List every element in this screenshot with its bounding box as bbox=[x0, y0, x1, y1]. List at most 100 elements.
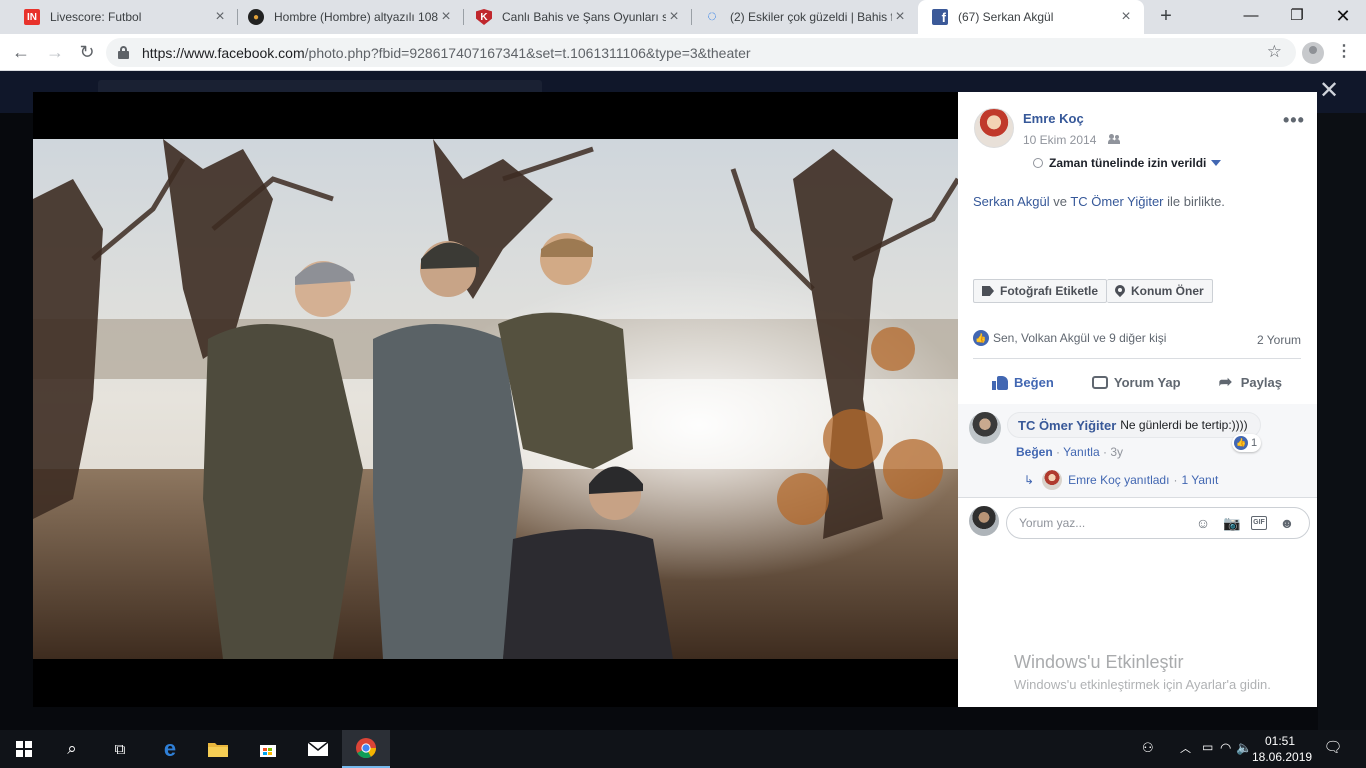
suggest-location-label: Konum Öner bbox=[1131, 284, 1204, 298]
author-avatar[interactable] bbox=[974, 108, 1014, 148]
tagged-person-link[interactable]: Serkan Akgül bbox=[973, 194, 1050, 209]
file-explorer-icon[interactable] bbox=[194, 730, 242, 768]
like-label: Beğen bbox=[1014, 374, 1054, 390]
tab-title: Livescore: Futbol bbox=[50, 10, 142, 24]
view-replies-link[interactable]: ↳ Emre Koç yanıtladı · 1 Yanıt bbox=[1024, 470, 1218, 490]
friends-icon bbox=[1108, 133, 1122, 145]
comment-meta: Beğen · Yanıtla · 3y bbox=[1016, 445, 1123, 459]
task-view-icon[interactable]: ⧉ bbox=[96, 730, 144, 768]
windows-start-icon[interactable] bbox=[0, 730, 48, 768]
lock-icon bbox=[118, 46, 129, 59]
comment-text: Ne günlerdi be tertip:)))) bbox=[1120, 418, 1248, 432]
tab-title: (2) Eskiler çok güzeldi | Bahis fo bbox=[730, 10, 892, 24]
profile-avatar-icon[interactable] bbox=[1302, 42, 1324, 64]
close-window-icon[interactable]: ✕ bbox=[1320, 0, 1366, 34]
reply-count: 1 Yanıt bbox=[1181, 473, 1219, 487]
meta-separator: · bbox=[1173, 473, 1178, 487]
gif-icon[interactable]: GIF bbox=[1251, 516, 1267, 530]
tab-canli-bahis[interactable]: K Canlı Bahis ve Şans Oyunları sit × bbox=[462, 0, 692, 34]
comment-bubble-icon bbox=[1091, 375, 1108, 389]
sticker-icon[interactable]: ☻ bbox=[1279, 515, 1295, 531]
tab-close-icon[interactable]: × bbox=[212, 9, 228, 25]
battery-icon[interactable]: ▭ bbox=[1202, 740, 1213, 754]
share-button[interactable]: Paylaş bbox=[1219, 372, 1282, 392]
action-center-icon[interactable]: 🗨 bbox=[1322, 738, 1344, 760]
bookmark-star-icon[interactable]: ☆ bbox=[1267, 42, 1282, 62]
tag-photo-button[interactable]: Fotoğrafı Etiketle bbox=[973, 279, 1108, 303]
new-tab-button[interactable]: + bbox=[1154, 5, 1178, 29]
divider bbox=[958, 497, 1317, 498]
windows-taskbar: ⌕ ⧉ e ⚇ ︿ ▭ ◠ 🔈 01:51 18.06.2019 🗨 bbox=[0, 730, 1366, 768]
reactions-summary[interactable]: 👍 Sen, Volkan Akgül ve 9 diğer kişi bbox=[973, 330, 1166, 346]
volume-icon[interactable]: 🔈 bbox=[1236, 740, 1252, 756]
emoji-icon[interactable]: ☺ bbox=[1195, 515, 1211, 531]
share-label: Paylaş bbox=[1240, 374, 1282, 390]
tab-close-icon[interactable]: × bbox=[1118, 9, 1134, 25]
back-arrow-icon[interactable]: ← bbox=[8, 40, 34, 66]
post-author-name[interactable]: Emre Koç bbox=[1023, 111, 1084, 126]
facebook-favicon-icon: f bbox=[932, 9, 948, 25]
comment-age[interactable]: 3y bbox=[1110, 445, 1123, 459]
tab-close-icon[interactable]: × bbox=[438, 9, 454, 25]
store-icon[interactable] bbox=[244, 730, 292, 768]
timeline-visibility-selector[interactable]: Zaman tünelinde izin verildi bbox=[1033, 156, 1222, 170]
comment-reaction-count[interactable]: 👍 1 bbox=[1232, 434, 1262, 452]
comment-count[interactable]: 2 Yorum bbox=[1257, 333, 1301, 347]
wifi-icon[interactable]: ◠ bbox=[1220, 740, 1231, 756]
browser-toolbar: ← → ↻ https://www.facebook.com/photo.php… bbox=[0, 34, 1366, 71]
tagged-person-link[interactable]: TC Ömer Yiğiter bbox=[1070, 194, 1163, 209]
tab-hombre[interactable]: ● Hombre (Hombre) altyazılı 108 × bbox=[234, 0, 464, 34]
post-side-panel: Emre Koç 10 Ekim 2014 ••• Zaman tünelind… bbox=[958, 92, 1317, 707]
post-actions: Beğen Yorum Yap Paylaş bbox=[973, 362, 1301, 402]
url-host: https://www.facebook.com bbox=[142, 45, 305, 61]
comment-input-placeholder: Yorum yaz... bbox=[1019, 516, 1086, 530]
tab-close-icon[interactable]: × bbox=[666, 9, 682, 25]
suggest-location-button[interactable]: Konum Öner bbox=[1107, 279, 1213, 303]
taskbar-clock[interactable]: 01:51 18.06.2019 bbox=[1252, 733, 1312, 765]
chrome-icon[interactable] bbox=[342, 730, 390, 768]
thumbs-up-icon bbox=[992, 374, 1009, 390]
tab-livescore[interactable]: IN Livescore: Futbol × bbox=[10, 0, 238, 34]
people-icon[interactable]: ⚇ bbox=[1142, 740, 1154, 756]
mail-icon[interactable] bbox=[294, 730, 342, 768]
clock-time: 01:51 bbox=[1264, 734, 1296, 748]
comment-button[interactable]: Yorum Yap bbox=[1091, 374, 1181, 390]
divider bbox=[973, 358, 1301, 359]
post-date[interactable]: 10 Ekim 2014 bbox=[1023, 133, 1096, 147]
video-site-favicon-icon: ● bbox=[248, 9, 264, 25]
comment-label: Yorum Yap bbox=[1113, 374, 1181, 390]
reload-icon[interactable]: ↻ bbox=[74, 40, 100, 66]
edge-browser-icon[interactable]: e bbox=[146, 730, 194, 768]
more-options-icon[interactable]: ••• bbox=[1283, 110, 1305, 131]
camera-icon[interactable]: 📷 bbox=[1223, 515, 1240, 531]
location-pin-icon bbox=[1115, 285, 1125, 297]
comment-like-link[interactable]: Beğen bbox=[1016, 445, 1053, 459]
caret-down-icon bbox=[1211, 160, 1222, 166]
forward-arrow-icon[interactable]: → bbox=[42, 40, 68, 66]
reply-arrow-icon: ↳ bbox=[1024, 473, 1035, 487]
tray-chevron-up-icon[interactable]: ︿ bbox=[1180, 740, 1191, 756]
close-theater-icon[interactable]: ✕ bbox=[1316, 79, 1342, 105]
commenter-avatar[interactable] bbox=[969, 412, 1001, 444]
minimize-icon[interactable]: — bbox=[1228, 0, 1274, 34]
tab-title: Canlı Bahis ve Şans Oyunları sit bbox=[502, 10, 666, 24]
comment-input[interactable]: Yorum yaz... ☺ 📷 GIF ☻ bbox=[1006, 507, 1310, 539]
tab-serkan-akgul[interactable]: f (67) Serkan Akgül × bbox=[918, 0, 1144, 34]
menu-dots-icon[interactable]: ⋮ bbox=[1334, 42, 1354, 64]
comment-reply-link[interactable]: Yanıtla bbox=[1063, 445, 1099, 459]
tab-eskiler[interactable]: ◌ (2) Eskiler çok güzeldi | Bahis fo × bbox=[690, 0, 918, 34]
tagged-suffix: ile birlikte. bbox=[1163, 194, 1225, 209]
right-gutter bbox=[1318, 113, 1366, 730]
address-bar[interactable]: https://www.facebook.com/photo.php?fbid=… bbox=[106, 38, 1296, 67]
restore-icon[interactable]: ❐ bbox=[1274, 0, 1320, 34]
share-arrow-icon bbox=[1219, 372, 1235, 392]
like-button[interactable]: Beğen bbox=[992, 374, 1054, 390]
livescore-favicon-icon: IN bbox=[24, 9, 40, 25]
radio-circle-icon bbox=[1033, 158, 1043, 168]
search-icon[interactable]: ⌕ bbox=[48, 730, 96, 768]
photo-action-buttons: Fotoğrafı Etiketle Konum Öner bbox=[973, 279, 1213, 303]
commenter-name[interactable]: TC Ömer Yiğiter bbox=[1018, 418, 1116, 433]
url-path: /photo.php?fbid=928617407167341&set=t.10… bbox=[304, 45, 751, 61]
tab-close-icon[interactable]: × bbox=[892, 9, 908, 25]
group-photo[interactable] bbox=[33, 139, 958, 659]
